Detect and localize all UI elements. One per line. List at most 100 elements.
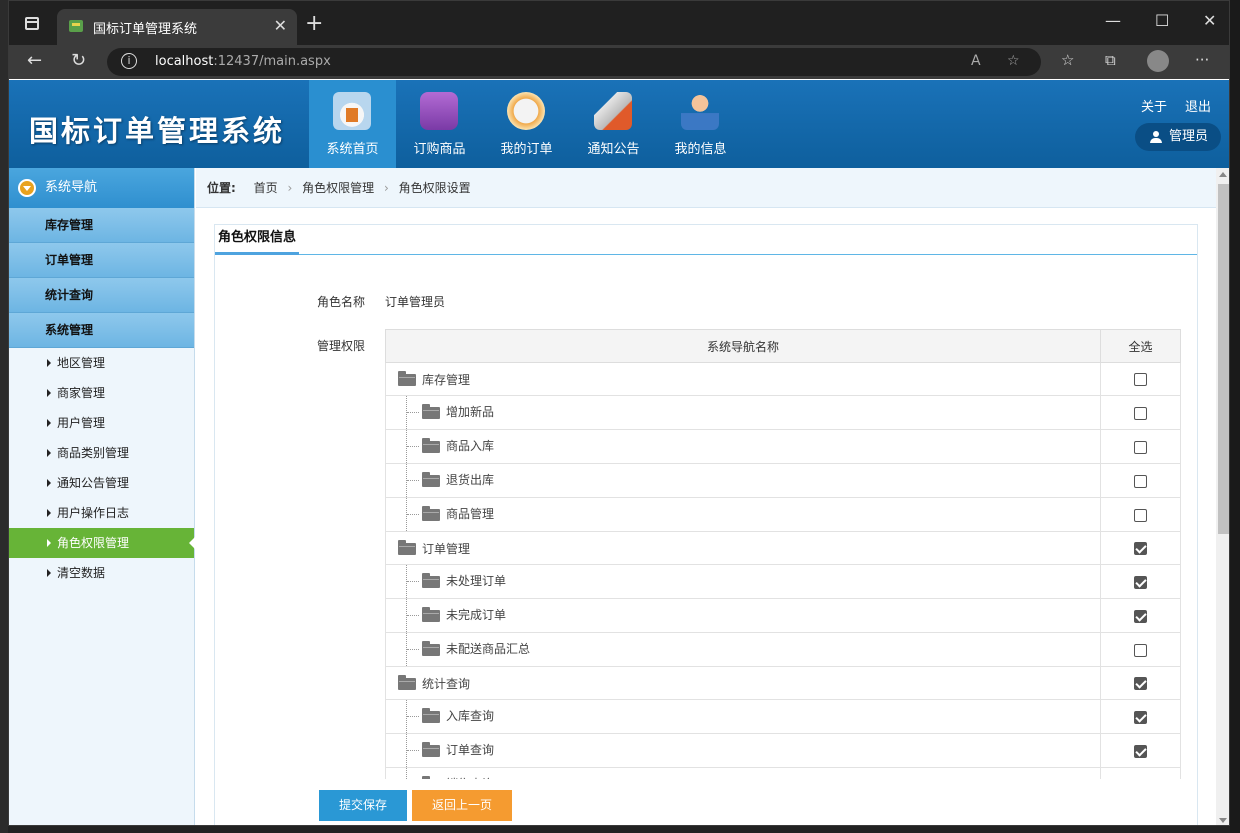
permission-checkbox[interactable] [1134,575,1147,589]
sidebar-group-stats[interactable]: 统计查询 [9,278,194,313]
breadcrumb-home[interactable]: 首页 [254,181,278,195]
about-link[interactable]: 关于 [1141,96,1167,115]
permission-check-cell [1100,699,1181,734]
sidebar-item-merchant[interactable]: 商家管理 [9,378,194,408]
topnav-label: 我的信息 [674,142,727,157]
topnav-profile[interactable]: 我的信息 [657,80,744,168]
permission-checkbox[interactable] [1134,373,1147,386]
tree-connector-icon [406,599,420,632]
topnav-label: 我的订单 [500,142,553,157]
sidebar-item-users[interactable]: 用户管理 [9,408,194,438]
permission-checkbox[interactable] [1134,508,1147,522]
new-tab-icon[interactable]: + [305,11,323,36]
sidebar-item-category[interactable]: 商品类别管理 [9,438,194,468]
user-icon [1150,131,1162,143]
permission-checkbox[interactable] [1134,474,1147,488]
permission-name: 入库查询 [446,709,495,723]
permission-name-cell: 未处理订单 [385,564,1101,599]
permission-checkbox[interactable] [1134,440,1147,454]
sidebar-item-region[interactable]: 地区管理 [9,348,194,378]
tree-connector-icon [406,464,420,497]
site-info-icon[interactable]: i [121,53,137,69]
collapse-arrow-icon[interactable] [18,179,36,197]
sidebar-item-notice[interactable]: 通知公告管理 [9,468,194,498]
breadcrumb-role-management[interactable]: 角色权限管理 [302,181,374,195]
folder-icon [422,640,440,656]
topnav-orders[interactable]: 我的订单 [483,80,570,168]
back-arrow-icon[interactable]: ← [27,50,42,71]
url-text[interactable]: localhost:12437/main.aspx [155,54,331,69]
sidebar-item-clear-data[interactable]: 清空数据 [9,558,194,588]
collections-icon[interactable]: ⧉ [1105,51,1116,69]
permission-checkbox[interactable] [1134,609,1147,623]
sidebar-group-inventory[interactable]: 库存管理 [9,208,194,243]
folder-icon [422,403,440,419]
col-header-name: 系统导航名称 [385,329,1101,363]
permission-checkbox[interactable] [1134,710,1147,724]
topnav-home[interactable]: 系统首页 [309,80,396,168]
permissions-label: 管理权限 [317,339,366,353]
folder-icon [398,675,416,690]
user-profile-icon [681,92,719,130]
permission-check-cell [1100,429,1181,464]
more-menu-icon[interactable]: ··· [1195,51,1209,69]
sidebar-group-orders[interactable]: 订单管理 [9,243,194,278]
read-aloud-icon[interactable]: A [971,53,981,69]
permissions-table-container[interactable]: 系统导航名称 全选 库存管理 增加新品 商品入库 退货出库 商品管理 订单管理 未处理订单未… [385,329,1181,779]
refresh-icon[interactable]: ↻ [71,50,86,71]
submit-save-button[interactable]: 提交保存 [319,790,407,821]
permission-name: 商品管理 [446,507,495,521]
scroll-up-icon[interactable] [1219,172,1227,177]
permission-check-cell [1100,666,1181,700]
minimize-icon[interactable]: — [1105,11,1121,30]
role-name-value: 订单管理员 [385,295,446,309]
browser-tab[interactable]: 国标订单管理系统 ✕ [57,9,297,45]
url-field[interactable]: i localhost:12437/main.aspx A ☆ [107,48,1041,76]
permission-check-cell [1100,564,1181,599]
tab-actions-icon[interactable] [25,17,39,30]
sidebar-group-system[interactable]: 系统管理 [9,313,194,348]
permission-row: 商品管理 [385,497,1181,532]
page-scrollbar[interactable] [1216,168,1229,825]
permission-checkbox[interactable] [1134,677,1147,690]
app-header: 国标订单管理系统 系统首页 订购商品 我的订单 通知公告 我的信息 关于 退出 … [9,80,1229,168]
add-favorite-icon[interactable]: ☆ [1007,53,1020,69]
sidebar-title: 系统导航 [45,180,98,195]
favorites-icon[interactable]: ☆ [1061,51,1074,69]
permission-name-cell: 增加新品 [385,395,1101,430]
topnav-label: 系统首页 [326,142,379,157]
sidebar-item-oplog[interactable]: 用户操作日志 [9,498,194,528]
folder-icon [422,741,440,757]
current-user-badge[interactable]: 管理员 [1135,123,1221,151]
permission-name: 订单查询 [446,743,495,757]
desktop-edge-left [0,0,8,833]
permission-checkbox[interactable] [1134,778,1147,779]
sidebar-item-role-permissions[interactable]: 角色权限管理 [9,528,195,558]
permission-checkbox[interactable] [1134,406,1147,420]
logout-link[interactable]: 退出 [1185,96,1211,115]
permission-checkbox[interactable] [1134,542,1147,555]
close-window-icon[interactable]: ✕ [1203,11,1216,30]
permission-checkbox[interactable] [1134,643,1147,657]
topnav-notices[interactable]: 通知公告 [570,80,657,168]
scroll-down-icon[interactable] [1219,818,1227,823]
permission-checkbox[interactable] [1134,744,1147,758]
url-host: localhost [155,54,214,69]
role-name-label: 角色名称 [317,295,366,309]
permission-row: 未处理订单 [385,564,1181,599]
permission-name-cell: 库存管理 [385,362,1101,396]
permission-name: 商品入库 [446,439,495,453]
permission-row: 未完成订单 [385,598,1181,633]
permission-row: 统计查询 [385,666,1181,700]
tab-close-icon[interactable]: ✕ [274,16,287,35]
folder-icon [422,572,440,588]
permission-name-cell: 销售查询 [385,767,1101,779]
topnav-label: 通知公告 [587,142,640,157]
topnav-shop[interactable]: 订购商品 [396,80,483,168]
scrollbar-thumb[interactable] [1218,184,1229,534]
go-back-button[interactable]: 返回上一页 [412,790,512,821]
profile-avatar-icon[interactable] [1147,50,1169,72]
col-header-select-all[interactable]: 全选 [1100,329,1181,363]
permission-row: 增加新品 [385,395,1181,430]
maximize-icon[interactable]: ☐ [1155,11,1169,30]
